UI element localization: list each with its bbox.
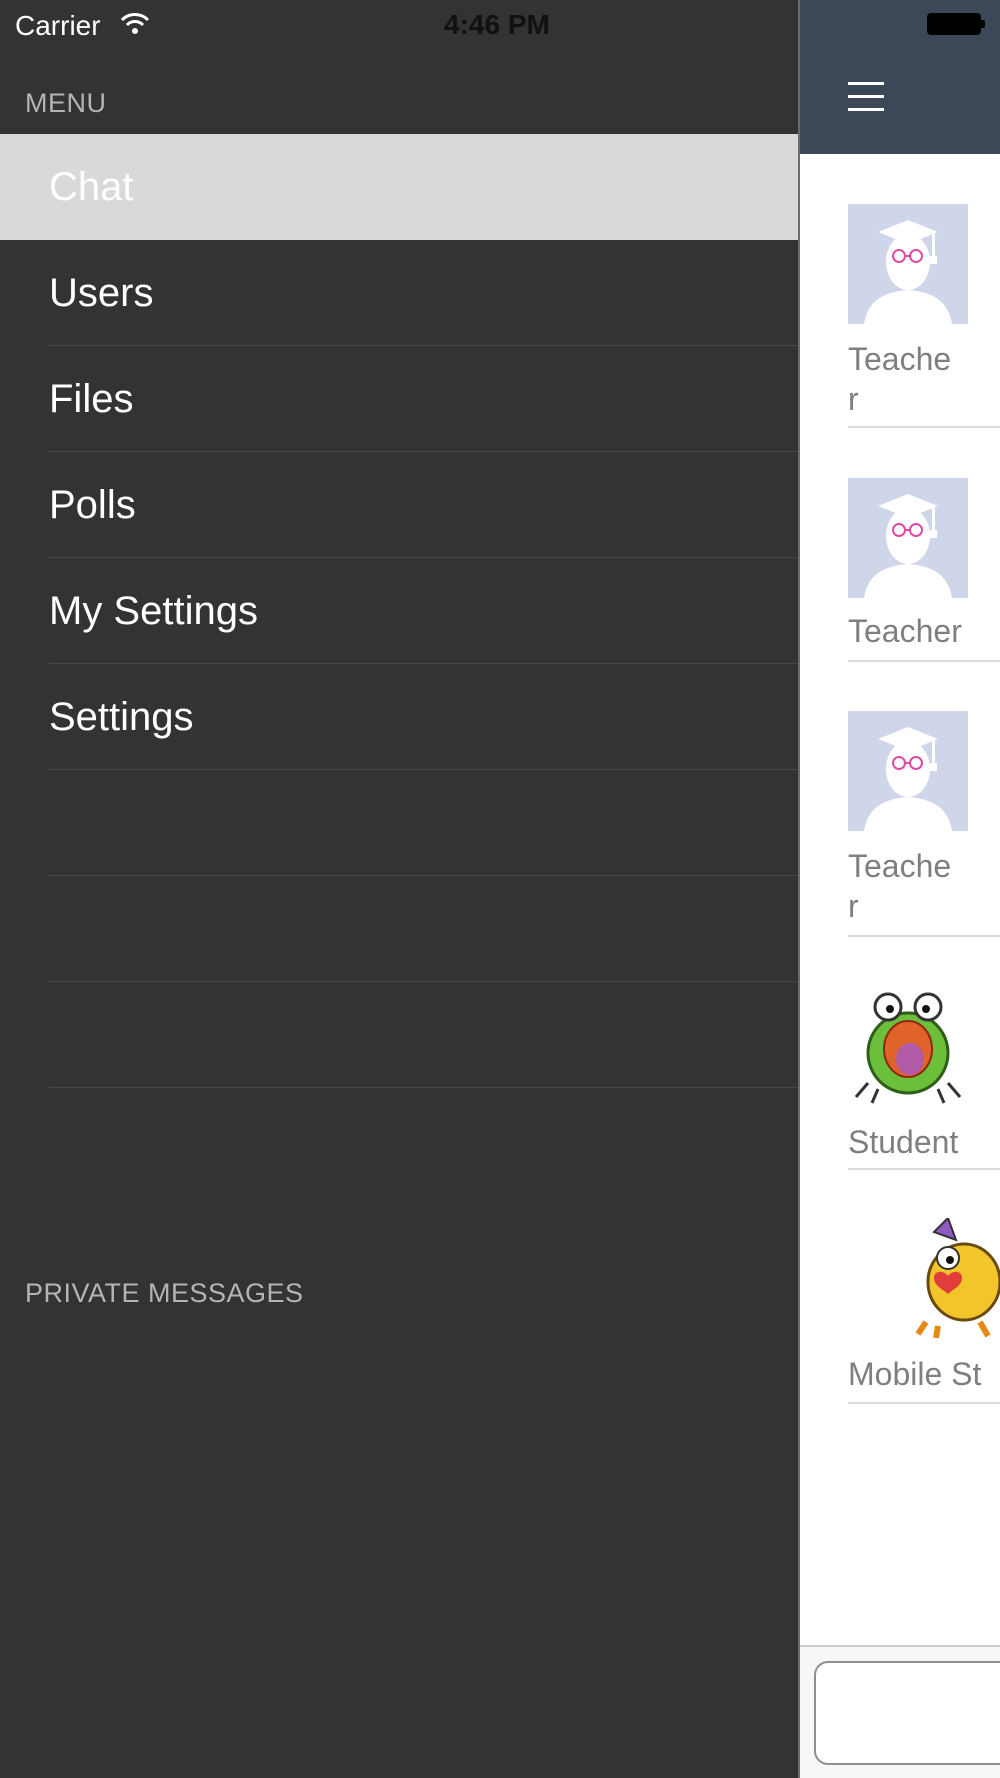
menu-item-chat[interactable]: Chat (0, 134, 800, 240)
carrier-label: Carrier (15, 10, 101, 41)
menu-item-empty[interactable] (0, 770, 800, 876)
menu-item-empty[interactable] (0, 982, 800, 1088)
user-name: Teache r (848, 341, 952, 417)
main-panel[interactable]: Teache r Teacher Teache r Student Mobile… (800, 0, 1000, 1778)
menu-item-label: Users (49, 271, 154, 315)
menu-item-empty[interactable] (0, 876, 800, 982)
private-messages-header: PRIVATE MESSAGES (25, 1278, 304, 1308)
hamburger-icon[interactable] (848, 82, 884, 112)
teacher-avatar (848, 478, 968, 598)
teacher-avatar (848, 204, 968, 324)
divider (848, 660, 1000, 662)
message-input-bar (800, 1645, 1000, 1778)
divider (848, 426, 1000, 428)
user-name: Mobile St (848, 1356, 982, 1392)
divider (848, 1168, 1000, 1170)
user-name: Student (848, 1124, 959, 1160)
menu-item-label: Settings (49, 695, 194, 739)
battery-icon (927, 13, 985, 35)
message-input[interactable] (814, 1661, 1000, 1765)
menu-item-my-settings[interactable]: My Settings (0, 558, 800, 664)
user-name: Teacher (848, 613, 962, 649)
menu-item-label: Polls (49, 483, 136, 527)
user-name: Teache r (848, 848, 952, 924)
menu-list: Chat Users Files Polls My Settings Setti… (0, 134, 800, 1088)
divider (848, 935, 1000, 937)
menu-item-settings[interactable]: Settings (0, 664, 800, 770)
side-drawer: MENU Chat Users Files Polls My Settings … (0, 0, 800, 1778)
divider (848, 1402, 1000, 1404)
status-bar: Carrier 4:46 PM (0, 0, 1000, 50)
menu-section-header: MENU (25, 88, 107, 118)
divider (49, 1087, 800, 1088)
menu-item-polls[interactable]: Polls (0, 452, 800, 558)
green-monster-avatar (848, 985, 968, 1105)
yellow-monster-avatar (908, 1218, 1000, 1338)
menu-item-users[interactable]: Users (0, 240, 800, 346)
menu-item-files[interactable]: Files (0, 346, 800, 452)
teacher-avatar (848, 711, 968, 831)
wifi-icon (120, 12, 150, 39)
menu-item-label: Files (49, 377, 134, 421)
status-time: 4:46 PM (444, 9, 550, 40)
menu-item-label: My Settings (49, 589, 258, 633)
menu-item-label: Chat (49, 165, 134, 209)
